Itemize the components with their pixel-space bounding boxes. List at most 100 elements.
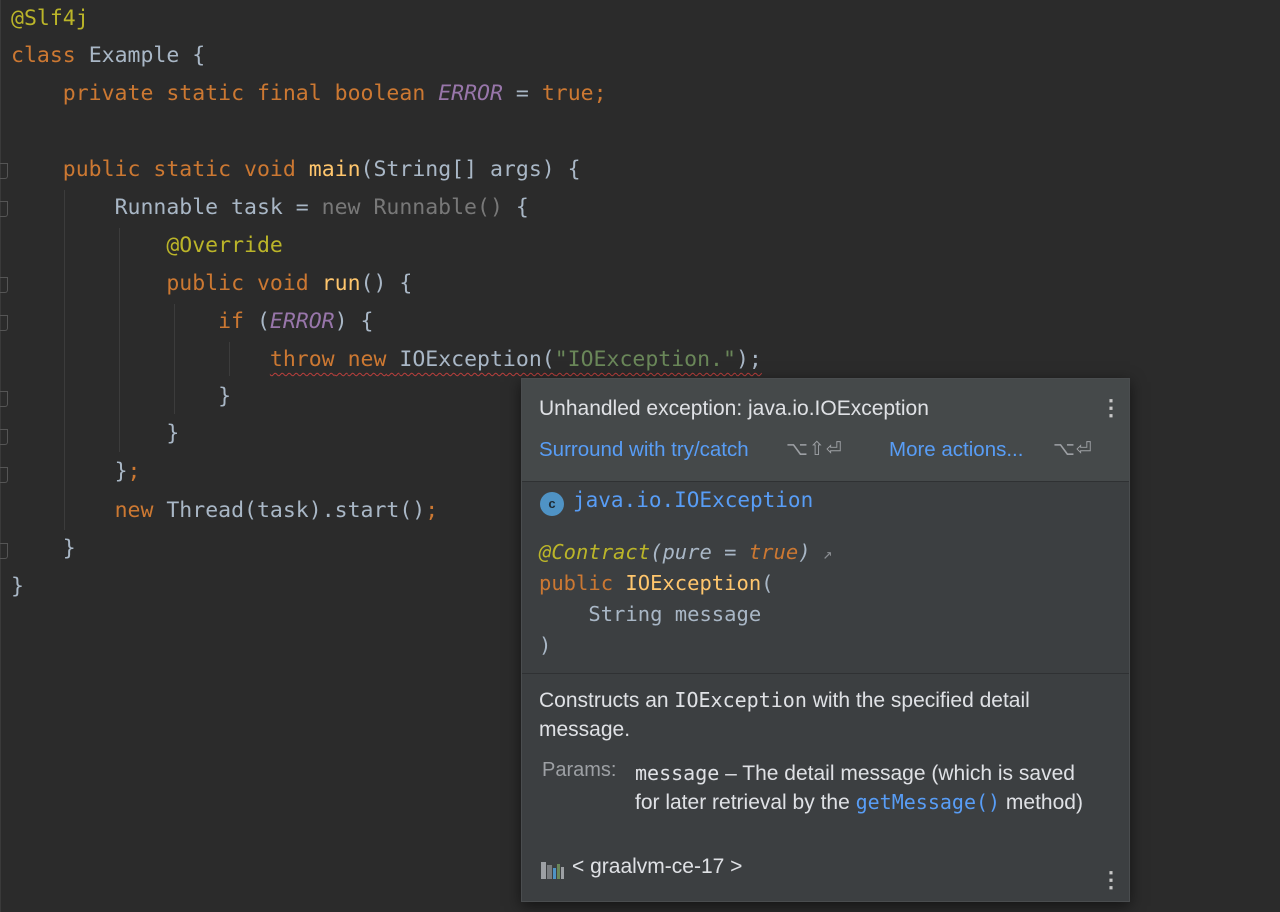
- keyword-throw: throw: [269, 347, 335, 372]
- more-options-icon[interactable]: ⋮: [1100, 397, 1122, 419]
- code-line-5[interactable]: public static void main(String[] args) {: [11, 151, 581, 189]
- param-desc-end: method): [1000, 791, 1083, 814]
- annotation-override: @Override: [166, 233, 283, 258]
- keyword-public: public: [166, 271, 245, 296]
- sig-open: (: [761, 571, 774, 595]
- paren-close: ) {: [334, 309, 374, 334]
- semicolon: ;: [593, 81, 607, 106]
- gutter-edge: [0, 0, 1, 912]
- contract-true: true: [748, 540, 799, 564]
- code-line-3[interactable]: private static final boolean ERROR = tru…: [11, 75, 607, 113]
- fold-marker-run[interactable]: [0, 277, 8, 293]
- brace: }: [11, 574, 24, 599]
- code-line-15[interactable]: }: [11, 530, 76, 568]
- more-actions-link[interactable]: More actions...: [889, 438, 1023, 462]
- code-line-1[interactable]: @Slf4j: [11, 0, 89, 38]
- code-line-10[interactable]: throw new IOException("IOException.");: [11, 341, 762, 379]
- contract-annotation[interactable]: @Contract: [539, 540, 650, 564]
- code-line-9[interactable]: if (ERROR) {: [11, 303, 373, 341]
- keyword-if: if: [218, 309, 244, 334]
- paren: (: [256, 309, 270, 334]
- ioexception-call: IOException(: [399, 347, 555, 372]
- new-runnable: new Runnable(): [321, 195, 503, 220]
- class-link[interactable]: java.io.IOException: [573, 488, 813, 512]
- doc-description: Constructs an IOException with the speci…: [539, 686, 1099, 744]
- keyword-true: true: [541, 81, 594, 106]
- keyword-new: new: [347, 347, 387, 372]
- signature-param: String message: [539, 602, 762, 626]
- class-icon: c: [540, 492, 564, 516]
- sig-ctor-name: IOException: [625, 571, 762, 595]
- fold-marker-main-end[interactable]: [0, 543, 8, 559]
- shortcut-surround: ⌥⇧⏎: [786, 439, 843, 460]
- brace: }: [62, 536, 76, 561]
- call-close: );: [735, 347, 762, 372]
- run-params: () {: [360, 271, 413, 296]
- brace: {: [192, 43, 206, 68]
- code-line-11[interactable]: }: [11, 378, 231, 416]
- contract-pure: pure: [662, 540, 712, 564]
- annotation-slf4j: @Slf4j: [11, 6, 89, 31]
- runnable-decl: Runnable task =: [114, 195, 322, 220]
- keyword-static: static: [153, 157, 232, 182]
- contract-eq: =: [711, 540, 749, 564]
- brace: }: [218, 384, 232, 409]
- code-line-12[interactable]: }: [11, 415, 179, 453]
- quick-doc-popup[interactable]: Unhandled exception: java.io.IOException…: [521, 378, 1130, 902]
- method-run: run: [321, 271, 361, 296]
- main-params: (String[] args) {: [360, 157, 581, 182]
- param-name: message: [635, 761, 720, 785]
- semicolon: ;: [425, 498, 439, 523]
- fold-marker-runnable[interactable]: [0, 201, 8, 217]
- sdk-link[interactable]: < graalvm-ce-17 >: [572, 855, 742, 879]
- fold-marker-runnable-end[interactable]: [0, 467, 8, 483]
- library-icon: [541, 862, 564, 879]
- fold-marker-run-end[interactable]: [0, 429, 8, 445]
- desc-text: Constructs an: [539, 689, 675, 712]
- method-main: main: [308, 157, 361, 182]
- shortcut-more-actions: ⌥⏎: [1053, 439, 1093, 460]
- fold-marker-if[interactable]: [0, 315, 8, 331]
- more-options-icon[interactable]: ⋮: [1100, 869, 1122, 891]
- keyword-static: static: [166, 81, 245, 106]
- contract-paren: (: [650, 540, 663, 564]
- constant-error: ERROR: [438, 81, 503, 106]
- semicolon: ;: [127, 459, 141, 484]
- params-label: Params:: [542, 759, 617, 781]
- code-line-2[interactable]: class Example {: [11, 37, 205, 75]
- brace: }: [114, 459, 128, 484]
- keyword-void: void: [256, 271, 309, 296]
- class-name: Example: [88, 43, 180, 68]
- get-message-link[interactable]: getMessage(): [856, 790, 1001, 814]
- fold-marker-if-end[interactable]: [0, 391, 8, 407]
- keyword-private: private: [62, 81, 154, 106]
- code-line-6[interactable]: Runnable task = new Runnable() {: [11, 189, 529, 227]
- sig-public: public: [539, 571, 614, 595]
- signature-ctor: public IOException(: [539, 571, 774, 595]
- signature-contract: @Contract(pure = true) ↗: [539, 540, 833, 564]
- popup-title: Unhandled exception: java.io.IOException: [539, 397, 929, 420]
- brace: }: [166, 421, 180, 446]
- contract-paren-close: ): [798, 540, 811, 564]
- brace: {: [515, 195, 529, 220]
- keyword-class: class: [11, 43, 76, 68]
- keyword-final: final: [256, 81, 322, 106]
- desc-code: IOException: [674, 688, 807, 712]
- thread-start: Thread(task).start(): [166, 498, 426, 523]
- keyword-boolean: boolean: [334, 81, 426, 106]
- external-link-icon[interactable]: ↗: [823, 544, 833, 563]
- code-line-14[interactable]: new Thread(task).start();: [11, 492, 439, 530]
- keyword-public: public: [62, 157, 141, 182]
- equals: =: [515, 81, 529, 106]
- popup-header: Unhandled exception: java.io.IOException…: [522, 379, 1129, 482]
- code-line-8[interactable]: public void run() {: [11, 265, 412, 303]
- fold-marker-main[interactable]: [0, 163, 8, 179]
- code-line-7[interactable]: @Override: [11, 227, 283, 265]
- signature-close: ): [539, 633, 552, 657]
- code-line-13[interactable]: };: [11, 453, 141, 491]
- surround-try-catch-link[interactable]: Surround with try/catch: [539, 438, 749, 462]
- unhandled-exception-highlight[interactable]: throw new IOException("IOException.");: [270, 347, 762, 372]
- params-description: message – The detail message (which is s…: [635, 759, 1095, 817]
- code-line-16[interactable]: }: [11, 568, 24, 606]
- constant-error: ERROR: [269, 309, 335, 334]
